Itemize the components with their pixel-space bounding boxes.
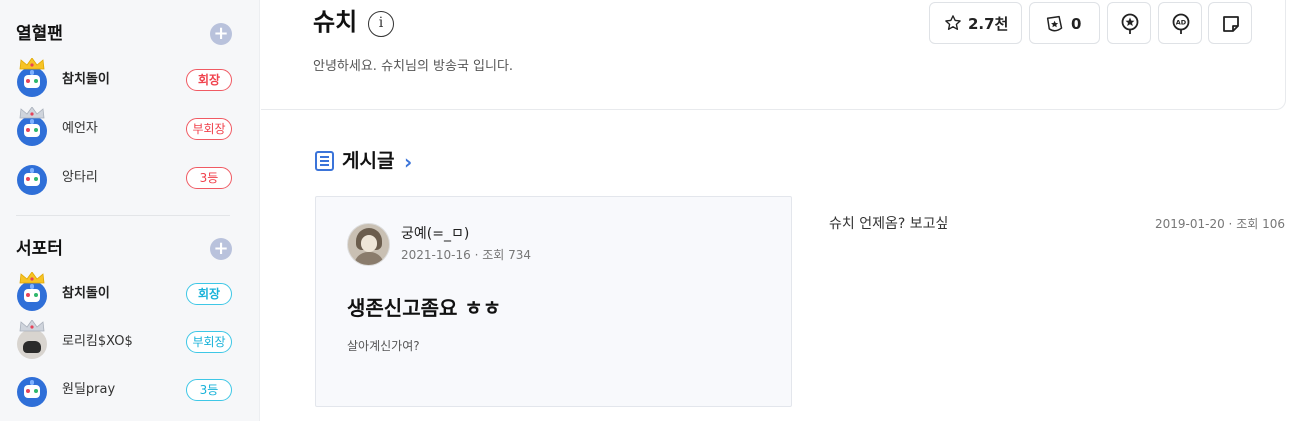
avatar xyxy=(16,320,48,359)
rank-badge: 회장 xyxy=(186,283,232,305)
fan-row[interactable]: 예언자 부회장 xyxy=(16,107,232,149)
add-fan-button[interactable]: + xyxy=(210,23,232,45)
fan-row[interactable]: 앙타리 3등 xyxy=(16,158,232,198)
post-views: 조회 734 xyxy=(482,248,532,262)
fan-name: 로리킴$XO$ xyxy=(62,334,133,349)
ad-balloon-icon: AD xyxy=(1172,13,1190,34)
silver-crown-icon xyxy=(19,107,45,119)
sticker-icon xyxy=(1223,16,1239,32)
vip-button[interactable] xyxy=(1107,2,1151,44)
fan-name: 원딜pray xyxy=(62,382,116,397)
meta-separator: · xyxy=(1224,217,1237,231)
sticker-button[interactable] xyxy=(1208,2,1252,44)
channel-name: 슈치 xyxy=(313,8,358,36)
posts-section-title[interactable]: 게시글 xyxy=(342,148,394,174)
avatar xyxy=(16,374,48,407)
subscribe-badge-icon xyxy=(1046,15,1063,32)
section-title: 열혈팬 xyxy=(16,24,63,44)
fan-name: 앙타리 xyxy=(62,170,98,185)
avatar xyxy=(16,272,48,311)
supporter-row[interactable]: 원딜pray 3등 xyxy=(16,370,232,410)
fan-name: 참치돌이 xyxy=(62,72,110,87)
post-title[interactable]: 생존신고좀요 ㅎㅎ xyxy=(347,294,501,322)
svg-text:AD: AD xyxy=(1176,19,1187,27)
subscribe-count: 0 xyxy=(1071,15,1082,33)
favorite-count: 2.7천 xyxy=(968,15,1009,33)
info-icon[interactable]: i xyxy=(368,11,394,37)
favorite-button[interactable]: 2.7천 xyxy=(929,2,1022,44)
silver-crown-icon xyxy=(19,320,45,332)
fan-name: 예언자 xyxy=(62,121,98,136)
channel-description: 안녕하세요. 슈치님의 방송국 입니다. xyxy=(313,59,514,74)
section-header-fans: 열혈팬 + xyxy=(16,22,232,46)
post-date: 2019-01-20 xyxy=(1154,217,1225,231)
chevron-right-icon[interactable]: › xyxy=(404,150,412,174)
side-post-title[interactable]: 슈치 언제옴? 보고싶 xyxy=(829,214,948,234)
fan-name: 참치돌이 xyxy=(62,286,110,301)
posts-list-icon xyxy=(315,151,334,171)
add-supporter-button[interactable]: + xyxy=(210,238,232,260)
rank-badge: 3등 xyxy=(186,379,232,401)
avatar xyxy=(16,107,48,146)
supporter-row[interactable]: 로리킴$XO$ 부회장 xyxy=(16,320,232,362)
rank-badge: 3등 xyxy=(186,167,232,189)
ad-balloon-button[interactable]: AD xyxy=(1158,2,1202,44)
post-date: 2021-10-16 xyxy=(401,248,471,262)
rank-badge: 부회장 xyxy=(186,118,232,140)
section-header-supporters: 서포터 + xyxy=(16,237,232,261)
section-divider xyxy=(16,215,230,216)
rank-badge: 회장 xyxy=(186,69,232,91)
section-title: 서포터 xyxy=(16,239,63,259)
author-name[interactable]: 궁예(=_ㅁ) xyxy=(401,225,469,243)
sidebar: 열혈팬 + 참치돌이 회장 예언자 부회장 앙타리 3등 서포터 + 참치돌이 … xyxy=(0,0,260,421)
gold-crown-icon xyxy=(19,272,45,284)
supporter-row[interactable]: 참치돌이 회장 xyxy=(16,272,232,314)
vip-star-icon xyxy=(1121,13,1139,34)
side-post-meta: 2019-01-20 · 조회 106 xyxy=(1155,216,1285,233)
post-views: 조회 106 xyxy=(1236,217,1285,231)
post-meta: 2021-10-16 · 조회 734 xyxy=(401,247,531,264)
fan-row[interactable]: 참치돌이 회장 xyxy=(16,58,232,100)
rank-badge: 부회장 xyxy=(186,331,232,353)
subscribe-button[interactable]: 0 xyxy=(1029,2,1100,44)
post-excerpt: 살아계신가여? xyxy=(347,339,420,353)
gold-crown-icon xyxy=(19,58,45,70)
avatar xyxy=(16,58,48,97)
star-icon xyxy=(945,15,961,30)
avatar xyxy=(16,162,48,195)
meta-separator: · xyxy=(470,248,483,262)
author-avatar xyxy=(347,223,390,266)
